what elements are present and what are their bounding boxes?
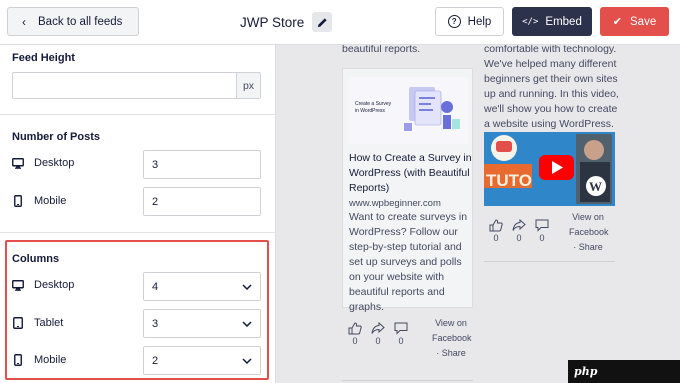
thumbs-up-icon	[489, 219, 503, 232]
share-count[interactable]: 0	[512, 219, 526, 243]
help-button-label: Help	[467, 15, 492, 28]
survey-illustration: Create a Survey in WordPress	[349, 77, 468, 144]
share-count[interactable]: 0	[371, 322, 385, 346]
top-bar: ‹ Back to all feeds JWP Store ? Help </>…	[0, 0, 680, 45]
divider	[0, 232, 276, 233]
pencil-icon	[317, 17, 327, 27]
columns-mobile-value: 2	[152, 354, 159, 367]
columns-desktop-select[interactable]: 4	[143, 272, 261, 301]
chevron-down-icon	[242, 357, 252, 364]
thumb-title-line1: Create a Survey	[355, 101, 392, 107]
posts-desktop-value: 3	[152, 158, 159, 171]
video-thumbnail[interactable]: TUTO W	[484, 132, 615, 206]
question-icon: ?	[447, 15, 461, 28]
help-button[interactable]: ? Help	[435, 7, 504, 36]
post-description: Want to create surveys in WordPress? Fol…	[349, 211, 468, 313]
divider	[0, 114, 276, 115]
posts-mobile-input[interactable]: 2	[143, 187, 261, 216]
back-to-feeds-button[interactable]: ‹ Back to all feeds	[7, 7, 139, 36]
like-count[interactable]: 0	[348, 322, 362, 346]
comment-count[interactable]: 0	[394, 322, 408, 346]
number-of-posts-heading: Number of Posts	[12, 131, 101, 143]
feed-title-group: JWP Store	[240, 12, 333, 32]
edit-title-button[interactable]	[312, 12, 333, 32]
device-label: Mobile	[34, 195, 67, 207]
post-card[interactable]: Create a Survey in WordPress How to Crea…	[342, 68, 474, 313]
mobile-icon	[12, 195, 24, 207]
comment-count[interactable]: 0	[535, 219, 549, 243]
view-on-facebook-link[interactable]: View on Facebook · Share	[569, 211, 609, 254]
thumb-title-line2: in WordPress	[355, 108, 385, 114]
divider	[342, 380, 473, 381]
post-description: comfortable with technology. We've helpe…	[484, 45, 619, 130]
embed-button[interactable]: </> Embed	[512, 7, 592, 36]
feed-title: JWP Store	[240, 14, 305, 30]
php-watermark-logo: php	[568, 360, 680, 383]
device-label: Desktop	[34, 157, 75, 169]
check-icon: ✔	[612, 16, 622, 28]
share-icon	[371, 322, 385, 334]
like-count[interactable]: 0	[489, 219, 503, 243]
columns-tablet-value: 3	[152, 317, 159, 330]
desktop-icon	[12, 279, 24, 291]
svg-text:W: W	[589, 179, 602, 194]
feed-preview: beautiful reports. Create a Survey in Wo…	[277, 45, 680, 383]
columns-desktop-label: Desktop	[12, 279, 74, 291]
thumbs-up-icon	[348, 322, 362, 335]
columns-mobile-select[interactable]: 2	[143, 346, 261, 375]
columns-tablet-label: Tablet	[12, 317, 63, 329]
posts-mobile-value: 2	[152, 195, 159, 208]
post-domain[interactable]: www.wpbeginner.com	[349, 196, 441, 211]
comment-icon	[394, 322, 408, 335]
unit-suffix: px	[236, 73, 260, 98]
share-icon	[512, 219, 526, 231]
feed-height-input[interactable]: px	[12, 72, 261, 99]
video-overlay-text: TUTO	[486, 171, 532, 190]
mobile-icon	[12, 354, 24, 366]
post-title[interactable]: How to Create a Survey in WordPress (wit…	[349, 151, 474, 196]
device-label: Desktop	[34, 279, 75, 291]
divider	[484, 261, 615, 262]
save-button-label: Save	[630, 15, 657, 28]
posts-desktop-label: Desktop	[12, 157, 74, 169]
tablet-icon	[12, 317, 24, 329]
comment-icon	[535, 219, 549, 232]
chevron-left-icon: ‹	[22, 14, 26, 29]
posts-desktop-input[interactable]: 3	[143, 150, 261, 179]
embed-button-label: Embed	[545, 15, 582, 28]
settings-sidebar: Feed Height px Number of Posts Desktop 3…	[0, 45, 276, 383]
device-label: Tablet	[34, 317, 64, 329]
columns-mobile-label: Mobile	[12, 354, 66, 366]
post-text-fragment: beautiful reports.	[342, 45, 421, 55]
columns-tablet-select[interactable]: 3	[143, 309, 261, 338]
post-thumbnail: Create a Survey in WordPress	[349, 77, 468, 144]
view-on-facebook-link[interactable]: View on Facebook · Share	[432, 317, 472, 360]
code-icon: </>	[522, 16, 539, 27]
feed-height-heading: Feed Height	[12, 52, 75, 64]
desktop-icon	[12, 157, 24, 169]
columns-heading: Columns	[12, 253, 60, 265]
posts-mobile-label: Mobile	[12, 195, 66, 207]
chevron-down-icon	[242, 320, 252, 327]
back-button-label: Back to all feeds	[38, 15, 123, 28]
columns-desktop-value: 4	[152, 280, 159, 293]
save-button[interactable]: ✔ Save	[600, 7, 669, 36]
chevron-down-icon	[242, 283, 252, 290]
device-label: Mobile	[34, 354, 67, 366]
